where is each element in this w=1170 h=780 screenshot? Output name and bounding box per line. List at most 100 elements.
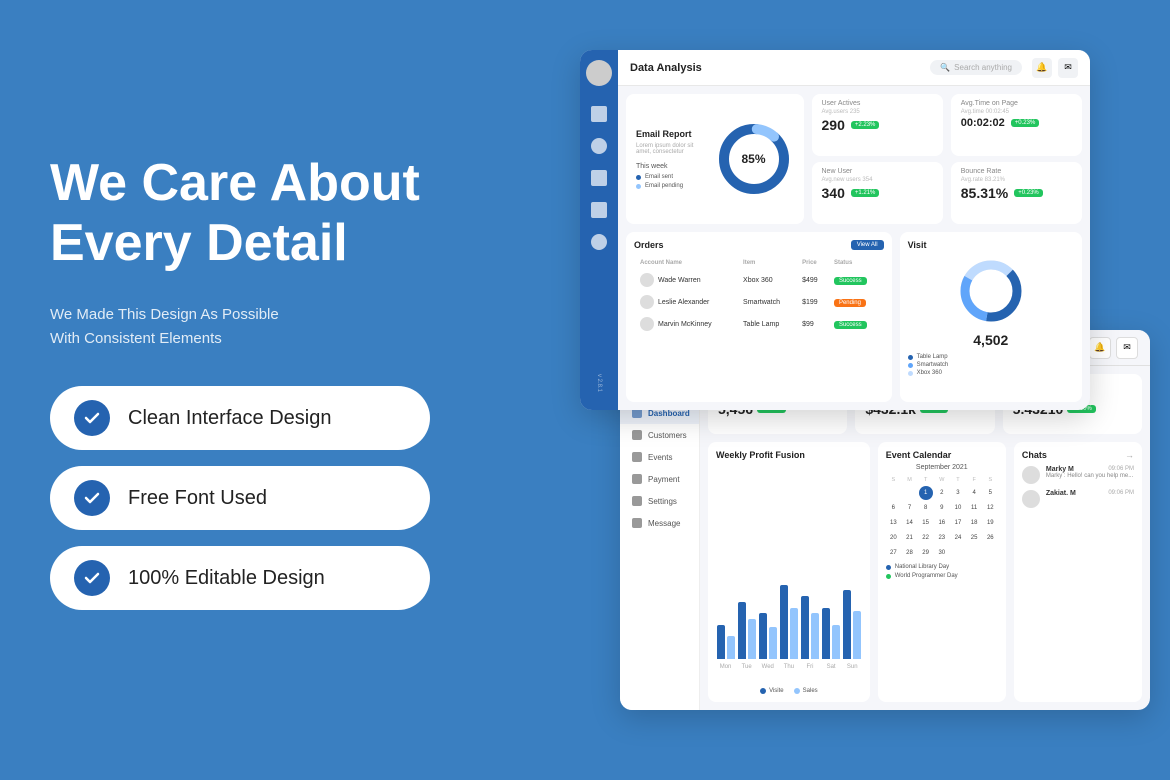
nav-item-events[interactable]: Events: [620, 446, 699, 468]
calendar-day[interactable]: 25: [967, 531, 981, 545]
chat-item[interactable]: Marky M 09:06 PM Marky : Hello! can you …: [1022, 466, 1134, 484]
legend-item-2: Email pending: [636, 183, 706, 189]
calendar-day[interactable]: 24: [951, 531, 965, 545]
bottom-bell-icon[interactable]: 🔔: [1089, 337, 1111, 359]
check-icon-2: [74, 480, 110, 516]
calendar-day[interactable]: 15: [919, 516, 933, 530]
calendar-day[interactable]: 12: [983, 501, 997, 515]
order-account: Marvin McKinney: [636, 314, 737, 334]
legend-dot-1: [636, 175, 641, 180]
calendar-day-header: T: [950, 475, 965, 485]
nav-item-customers[interactable]: Customers: [620, 424, 699, 446]
calendar-day[interactable]: 28: [902, 546, 916, 560]
donut-chart: 85%: [714, 119, 794, 199]
calendar-day[interactable]: 8: [919, 501, 933, 515]
sidebar-chart-icon[interactable]: [591, 202, 607, 218]
calendar-day: [902, 486, 916, 500]
header-icons: 🔔 ✉: [1032, 58, 1078, 78]
feature-item-1: Clean Interface Design: [50, 386, 430, 450]
stat-title-2: Avg.Time on Page: [961, 100, 1072, 107]
calendar-day[interactable]: 9: [935, 501, 949, 515]
calendar-day[interactable]: 11: [967, 501, 981, 515]
calendar-day[interactable]: 5: [983, 486, 997, 500]
stat-sub-1: Avg.new users 354: [822, 177, 933, 183]
stat-badge-1: +1.21%: [851, 189, 880, 197]
orders-card: Orders View All Account Name Item Price …: [626, 232, 892, 402]
sidebar-calendar-icon[interactable]: [591, 170, 607, 186]
sidebar-version: v 2.8.1: [596, 374, 602, 400]
sidebar-gear-icon[interactable]: [591, 234, 607, 250]
top-stats-row: Email Report Lorem ipsum dolor sit amet,…: [626, 94, 1082, 224]
calendar-day[interactable]: 29: [919, 546, 933, 560]
feature-label-3: 100% Editable Design: [128, 567, 325, 590]
calendar-day[interactable]: 14: [902, 516, 916, 530]
calendar-day[interactable]: 20: [886, 531, 900, 545]
mail-icon[interactable]: ✉: [1058, 58, 1078, 78]
col-account: Account Name: [636, 258, 737, 268]
visit-dot-3: [908, 371, 913, 376]
calendar-day[interactable]: 10: [951, 501, 965, 515]
stat-card-new-user: New User Avg.new users 354 340 +1.21%: [812, 162, 943, 224]
calendar-day[interactable]: 3: [951, 486, 965, 500]
order-status: Pending: [830, 292, 882, 312]
calendar-day: [951, 546, 965, 560]
order-item: Table Lamp: [739, 314, 796, 334]
chat-avatar: [1022, 490, 1040, 508]
table-row: Marvin McKinney Table Lamp $99 Success: [636, 314, 882, 334]
stat-sub-2: Avg.time 00:02:45: [961, 109, 1072, 115]
bottom-main-row: Weekly Profit Fusion Mon Tue Wed Thu Fri…: [708, 442, 1142, 702]
calendar-day-header: S: [983, 475, 998, 485]
chat-items-container: Marky M 09:06 PM Marky : Hello! can you …: [1022, 466, 1134, 514]
calendar-day[interactable]: 4: [967, 486, 981, 500]
calendar-day[interactable]: 22: [919, 531, 933, 545]
calendar-day: [967, 546, 981, 560]
nav-item-payment[interactable]: Payment: [620, 468, 699, 490]
calendar-day[interactable]: 27: [886, 546, 900, 560]
visit-bar: [717, 625, 725, 659]
nav-item-message[interactable]: Message: [620, 512, 699, 534]
email-card-text: Email Report Lorem ipsum dolor sit amet,…: [636, 129, 706, 189]
right-panel: v 2.8.1 Data Analysis 🔍 Search anything …: [580, 50, 1150, 730]
chat-name-row: Zakiat. M 09:06 PM: [1046, 490, 1134, 497]
calendar-day[interactable]: 26: [983, 531, 997, 545]
calendar-day[interactable]: 1: [919, 486, 933, 500]
bottom-mail-icon[interactable]: ✉: [1116, 337, 1138, 359]
view-all-button[interactable]: View All: [851, 240, 884, 250]
stat-badge-0: +2.23%: [851, 121, 880, 129]
chats-card: Chats → Marky M 09:06 PM Marky : Hello! …: [1014, 442, 1142, 702]
calendar-day[interactable]: 18: [967, 516, 981, 530]
sidebar-grid-icon[interactable]: [591, 106, 607, 122]
calendar-day[interactable]: 16: [935, 516, 949, 530]
chat-name: Marky M: [1046, 466, 1074, 473]
calendar-event-item: National Library Day: [886, 564, 998, 570]
bar-legend-sales: Sales: [794, 688, 818, 694]
stat-row-2: 00:02:02 +0.23%: [961, 117, 1072, 129]
calendar-day[interactable]: 21: [902, 531, 916, 545]
visit-bar: [759, 613, 767, 659]
order-price: $199: [798, 292, 828, 312]
calendar-day[interactable]: 2: [935, 486, 949, 500]
feature-label-2: Free Font Used: [128, 487, 267, 510]
calendar-day[interactable]: 7: [902, 501, 916, 515]
order-status: Success: [830, 314, 882, 334]
order-price: $99: [798, 314, 828, 334]
dash-search[interactable]: 🔍 Search anything: [930, 60, 1022, 75]
calendar-day[interactable]: 30: [935, 546, 949, 560]
visit-bar: [822, 608, 830, 659]
calendar-day[interactable]: 23: [935, 531, 949, 545]
calendar-day[interactable]: 17: [951, 516, 965, 530]
settings-nav-icon: [632, 496, 642, 506]
calendar-day[interactable]: 19: [983, 516, 997, 530]
visit-donut: [908, 256, 1074, 326]
chat-item[interactable]: Zakiat. M 09:06 PM: [1022, 490, 1134, 508]
nav-item-settings[interactable]: Settings: [620, 490, 699, 512]
chats-more-icon[interactable]: →: [1125, 450, 1134, 460]
calendar-day[interactable]: 13: [886, 516, 900, 530]
order-account: Leslie Alexander: [636, 292, 737, 312]
visit-legend: Table Lamp Smartwatch Xbox 360: [908, 354, 1074, 376]
bar-chart-area: Mon Tue Wed Thu Fri Sat Sun: [716, 466, 862, 684]
calendar-day[interactable]: 6: [886, 501, 900, 515]
bell-icon[interactable]: 🔔: [1032, 58, 1052, 78]
sidebar-user-icon[interactable]: [591, 138, 607, 154]
calendar-day-header: T: [918, 475, 933, 485]
